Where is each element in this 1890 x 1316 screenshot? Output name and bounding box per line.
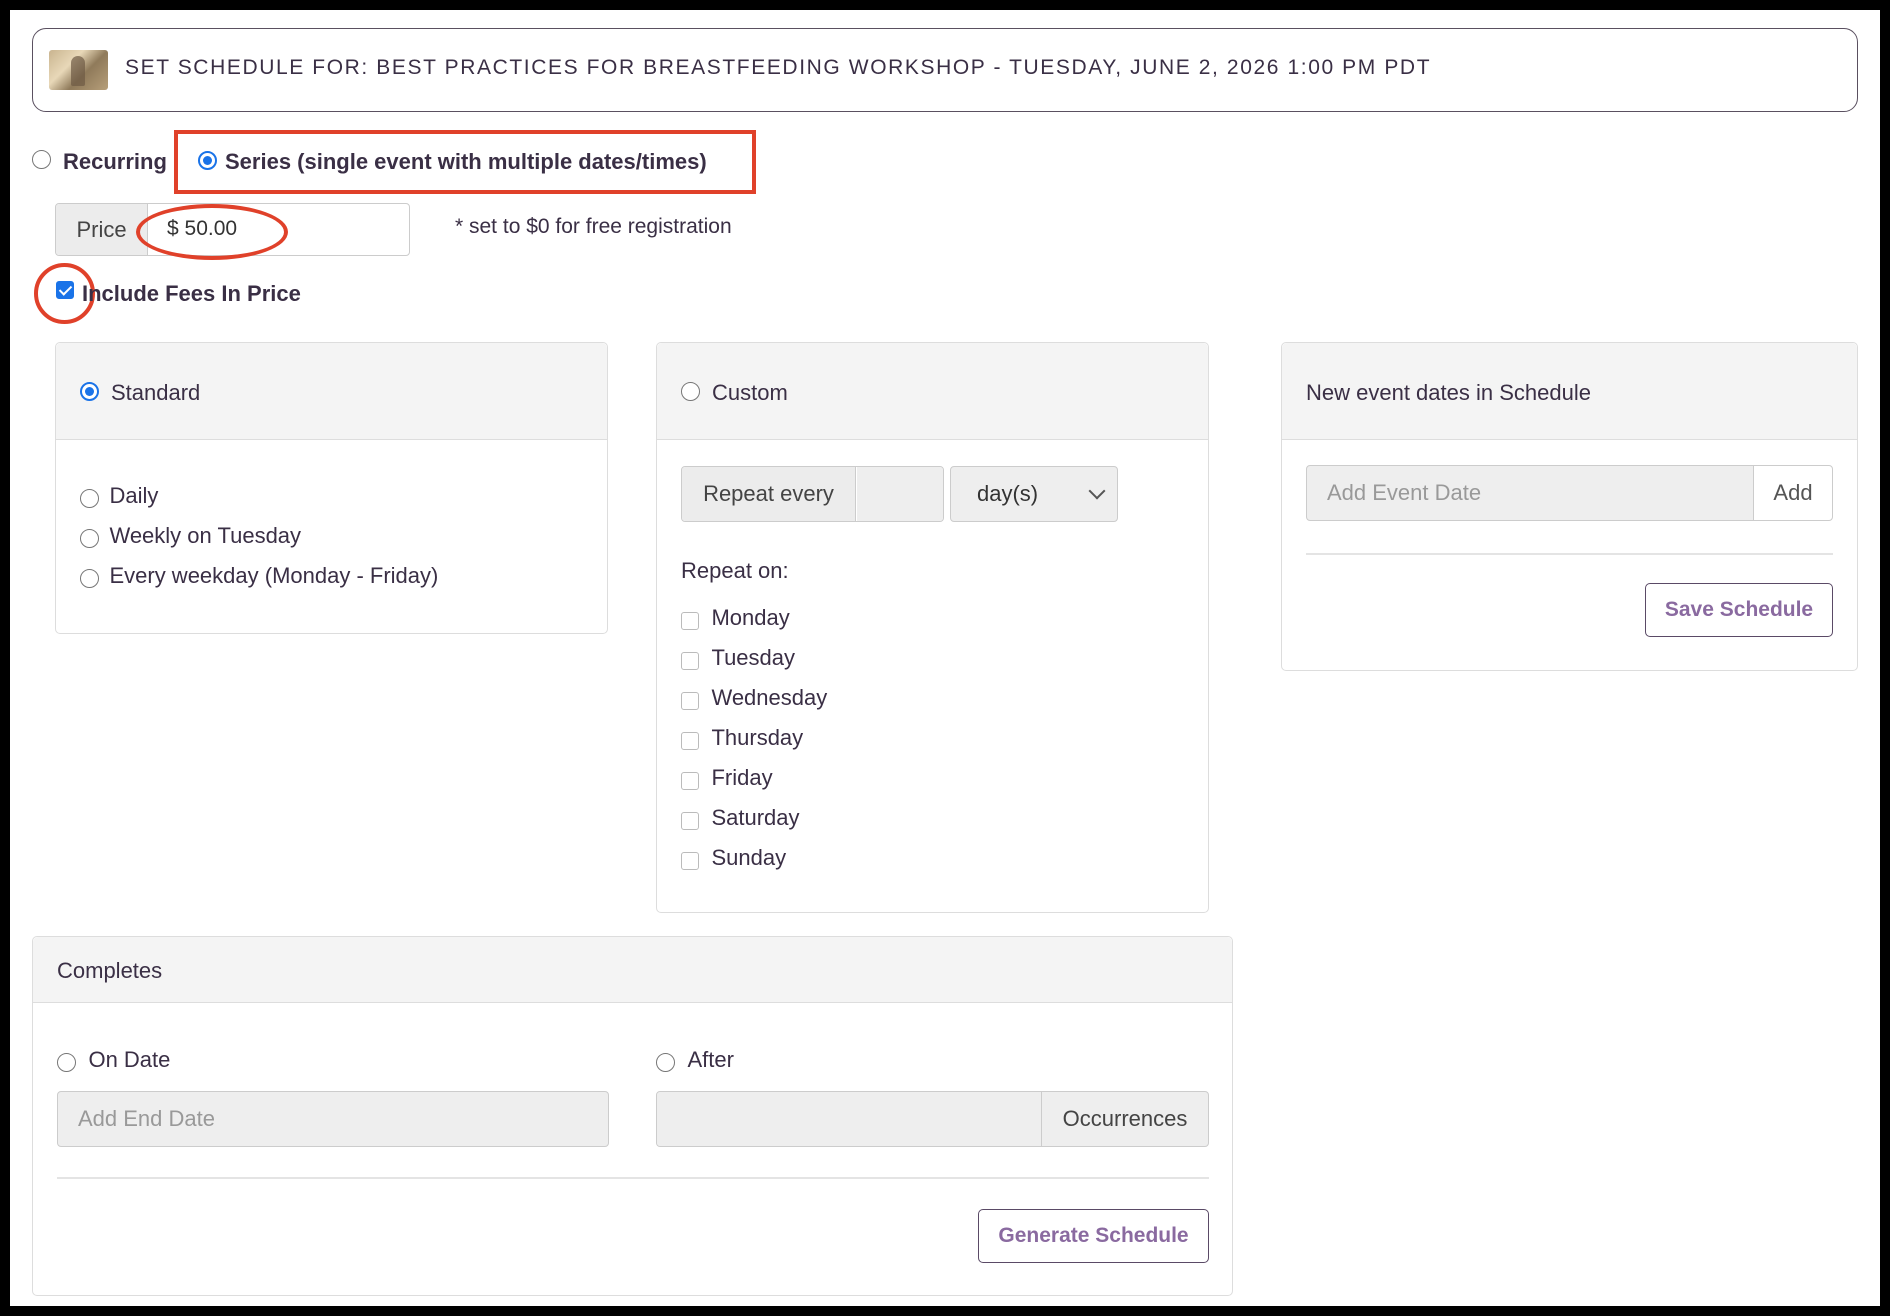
occurrences-group: Occurrences bbox=[656, 1091, 1209, 1147]
completes-title: Completes bbox=[57, 958, 163, 983]
day-option-wednesday[interactable]: Wednesday bbox=[681, 685, 827, 711]
page-title: SET SCHEDULE FOR: BEST PRACTICES FOR BRE… bbox=[125, 56, 1432, 79]
daily-label: Daily bbox=[109, 483, 159, 508]
weekly-radio[interactable] bbox=[80, 529, 99, 549]
repeat-every-group: Repeat every bbox=[681, 466, 944, 522]
after-label: After bbox=[687, 1047, 734, 1072]
standard-title: Standard bbox=[111, 380, 201, 405]
schedule-header: SET SCHEDULE FOR: BEST PRACTICES FOR BRE… bbox=[32, 28, 1858, 112]
weekly-label: Weekly on Tuesday bbox=[109, 523, 302, 548]
recurring-radio[interactable] bbox=[32, 150, 51, 169]
custom-radio[interactable] bbox=[681, 382, 700, 401]
generate-schedule-button[interactable]: Generate Schedule bbox=[978, 1209, 1209, 1263]
new-dates-panel: New event dates in Schedule Add Event Da… bbox=[1281, 342, 1858, 671]
repeat-every-input[interactable] bbox=[857, 467, 943, 521]
friday-label: Friday bbox=[711, 765, 773, 790]
day-option-thursday[interactable]: Thursday bbox=[681, 725, 803, 751]
repeat-on-label: Repeat on: bbox=[681, 558, 789, 583]
day-option-monday[interactable]: Monday bbox=[681, 605, 790, 631]
on-date-label: On Date bbox=[88, 1047, 171, 1072]
saturday-label: Saturday bbox=[711, 805, 800, 830]
on-date-radio[interactable] bbox=[57, 1053, 76, 1073]
new-dates-title: New event dates in Schedule bbox=[1306, 380, 1591, 405]
series-radio[interactable] bbox=[198, 151, 217, 170]
repeat-unit-value: day(s) bbox=[977, 481, 1039, 506]
include-fees-option[interactable] bbox=[56, 281, 74, 299]
completes-divider bbox=[57, 1177, 1209, 1179]
new-dates-panel-header: New event dates in Schedule bbox=[1282, 343, 1857, 440]
day-option-tuesday[interactable]: Tuesday bbox=[681, 645, 795, 671]
add-date-button[interactable]: Add bbox=[1753, 465, 1833, 521]
occurrences-addon: Occurrences bbox=[1041, 1092, 1208, 1146]
after-option[interactable]: After bbox=[656, 1047, 734, 1073]
repeat-every-addon: Repeat every bbox=[682, 467, 856, 521]
price-addon: Price bbox=[56, 204, 148, 255]
wednesday-checkbox[interactable] bbox=[681, 691, 699, 710]
chevron-down-icon bbox=[1088, 482, 1106, 500]
tuesday-checkbox[interactable] bbox=[681, 651, 699, 670]
standard-radio[interactable] bbox=[80, 382, 99, 401]
save-schedule-button[interactable]: Save Schedule bbox=[1645, 583, 1833, 637]
series-option[interactable] bbox=[198, 151, 217, 170]
after-radio[interactable] bbox=[656, 1053, 675, 1073]
standard-panel-header: Standard bbox=[56, 343, 607, 440]
weekday-radio[interactable] bbox=[80, 569, 99, 589]
schedule-page: SET SCHEDULE FOR: BEST PRACTICES FOR BRE… bbox=[10, 10, 1880, 1306]
sunday-checkbox[interactable] bbox=[681, 851, 699, 870]
custom-title: Custom bbox=[712, 380, 788, 405]
monday-label: Monday bbox=[711, 605, 790, 630]
recurring-option[interactable] bbox=[32, 150, 51, 169]
price-note: * set to $0 for free registration bbox=[455, 215, 732, 238]
add-event-date-input[interactable]: Add Event Date bbox=[1306, 465, 1754, 521]
friday-checkbox[interactable] bbox=[681, 771, 699, 790]
event-thumbnail bbox=[49, 50, 108, 90]
standard-panel: Standard Daily Weekly on Tuesday Every w… bbox=[55, 342, 608, 634]
daily-radio[interactable] bbox=[80, 489, 99, 509]
standard-option-weekday[interactable]: Every weekday (Monday - Friday) bbox=[80, 563, 438, 589]
occurrences-input[interactable] bbox=[657, 1092, 1041, 1146]
standard-option-weekly[interactable]: Weekly on Tuesday bbox=[80, 523, 301, 549]
wednesday-label: Wednesday bbox=[711, 685, 828, 710]
day-option-friday[interactable]: Friday bbox=[681, 765, 773, 791]
standard-option-daily[interactable]: Daily bbox=[80, 483, 158, 509]
completes-panel-header: Completes bbox=[33, 937, 1232, 1003]
price-annotation-oval bbox=[136, 204, 288, 260]
new-dates-divider bbox=[1306, 553, 1833, 555]
repeat-unit-select[interactable]: day(s) bbox=[950, 466, 1118, 522]
monday-checkbox[interactable] bbox=[681, 611, 699, 630]
custom-panel: Custom Repeat every day(s) Repeat on: Mo… bbox=[656, 342, 1209, 913]
day-option-saturday[interactable]: Saturday bbox=[681, 805, 800, 831]
saturday-checkbox[interactable] bbox=[681, 811, 699, 830]
include-fees-checkbox[interactable] bbox=[56, 281, 74, 299]
completes-panel: Completes On Date Add End Date After Occ… bbox=[32, 936, 1233, 1296]
tuesday-label: Tuesday bbox=[711, 645, 796, 670]
include-fees-label: Include Fees In Price bbox=[82, 281, 301, 306]
thursday-checkbox[interactable] bbox=[681, 731, 699, 750]
series-label: Series (single event with multiple dates… bbox=[225, 149, 707, 174]
day-option-sunday[interactable]: Sunday bbox=[681, 845, 786, 871]
thursday-label: Thursday bbox=[711, 725, 804, 750]
end-date-input[interactable]: Add End Date bbox=[57, 1091, 609, 1147]
weekday-label: Every weekday (Monday - Friday) bbox=[109, 563, 439, 588]
custom-panel-header: Custom bbox=[657, 343, 1208, 440]
on-date-option[interactable]: On Date bbox=[57, 1047, 170, 1073]
sunday-label: Sunday bbox=[711, 845, 787, 870]
recurring-label: Recurring bbox=[63, 149, 167, 174]
